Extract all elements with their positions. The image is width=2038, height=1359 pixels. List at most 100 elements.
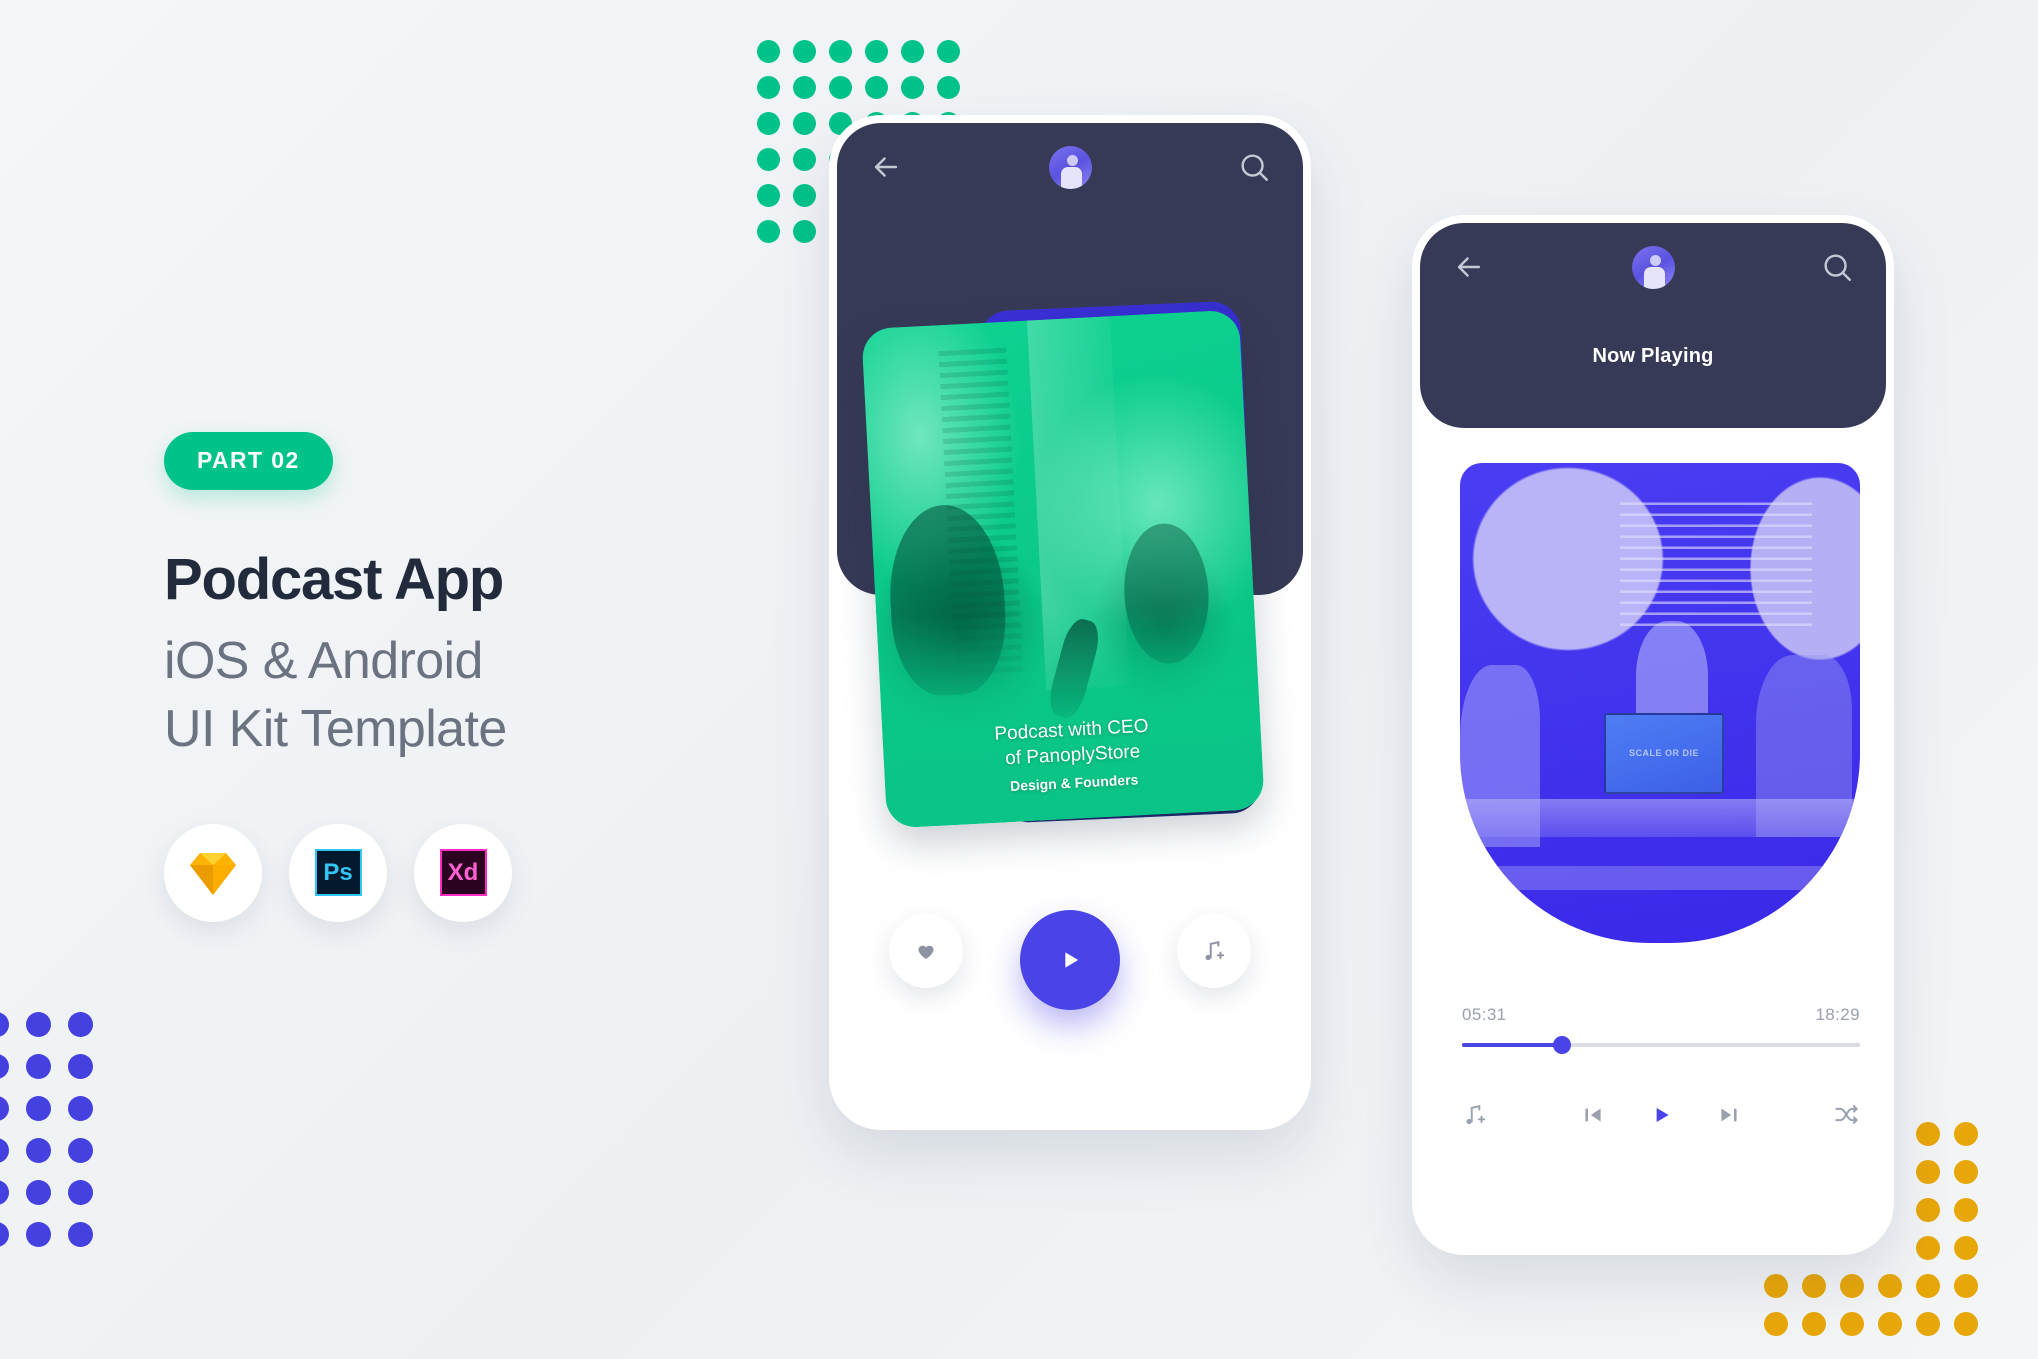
back-arrow-icon[interactable] <box>1452 250 1486 284</box>
decor-dot <box>26 1096 51 1121</box>
remaining-time: 18:29 <box>1815 1005 1860 1024</box>
decor-dot <box>1954 1160 1978 1184</box>
decor-dot <box>26 1012 51 1037</box>
subtitle-line-1: iOS & Android <box>164 632 483 691</box>
play-icon <box>1056 946 1084 974</box>
album-cover-photo: SCALE OR DIE <box>1460 463 1860 943</box>
page-title: Podcast App <box>164 547 504 612</box>
add-to-playlist-button[interactable] <box>1462 1102 1488 1128</box>
decor-dot <box>1916 1312 1940 1336</box>
decor-dot <box>793 220 816 243</box>
decor-dot <box>68 1096 93 1121</box>
decor-dot <box>793 112 816 135</box>
promo-column: PART 02 Podcast App iOS & Android UI Kit… <box>164 432 784 922</box>
progress-slider[interactable] <box>1462 1036 1860 1054</box>
decor-dot <box>901 40 924 63</box>
progress-thumb[interactable] <box>1552 1036 1571 1054</box>
music-note-plus-icon <box>1466 1104 1486 1124</box>
decor-dot <box>1954 1274 1978 1298</box>
phone2-navbar <box>1420 223 1886 311</box>
decor-dot <box>757 220 780 243</box>
elapsed-time: 05:31 <box>1462 1005 1507 1024</box>
search-icon[interactable] <box>1820 250 1854 284</box>
canvas: PART 02 Podcast App iOS & Android UI Kit… <box>0 0 2038 1359</box>
decor-dot <box>865 40 888 63</box>
playback-progress: 05:31 18:29 <box>1462 1005 1860 1054</box>
heart-icon <box>914 939 938 963</box>
play-icon <box>1656 1107 1669 1122</box>
decor-dot <box>1840 1312 1864 1336</box>
decor-dot <box>1840 1274 1864 1298</box>
decor-dot <box>1916 1198 1940 1222</box>
decor-dot <box>68 1012 93 1037</box>
decor-dot <box>937 76 960 99</box>
decor-dot <box>26 1054 51 1079</box>
decor-dot <box>757 112 780 135</box>
decor-dot <box>26 1222 51 1247</box>
decor-dot <box>0 1222 9 1247</box>
decor-dot <box>1954 1236 1978 1260</box>
now-playing-title: Now Playing <box>1592 345 1714 367</box>
subtitle-line-2: UI Kit Template <box>164 699 507 758</box>
progress-fill <box>1462 1043 1562 1047</box>
decor-dot <box>1954 1312 1978 1336</box>
avatar[interactable] <box>1048 145 1092 189</box>
decor-dot <box>0 1096 9 1121</box>
decor-dot <box>1916 1236 1940 1260</box>
time-row: 05:31 18:29 <box>1462 1005 1860 1025</box>
decor-dot <box>26 1180 51 1205</box>
decor-dot <box>1764 1274 1788 1298</box>
decor-dot <box>0 1138 9 1163</box>
play-button[interactable] <box>1648 1102 1674 1128</box>
add-to-playlist-button[interactable] <box>1177 914 1251 988</box>
decor-dot <box>1878 1236 1902 1260</box>
episode-card[interactable]: Podcast with CEO of PanoplyStore Design … <box>861 309 1265 829</box>
phone1-navbar <box>837 123 1303 211</box>
decor-dot <box>793 184 816 207</box>
decor-dot <box>1916 1274 1940 1298</box>
decor-dot <box>757 148 780 171</box>
sketch-tool-badge <box>164 823 262 922</box>
shuffle-button[interactable] <box>1833 1101 1860 1128</box>
photoshop-icon: Ps <box>314 849 362 897</box>
sketch-icon <box>190 851 236 895</box>
previous-button[interactable] <box>1580 1102 1606 1128</box>
decor-dot <box>829 76 852 99</box>
decor-dot <box>793 148 816 171</box>
phone1-controls <box>837 910 1303 1010</box>
decor-dot <box>26 1138 51 1163</box>
avatar[interactable] <box>1631 245 1675 289</box>
back-arrow-icon[interactable] <box>869 150 903 184</box>
decor-dot <box>68 1222 93 1247</box>
search-icon[interactable] <box>1237 150 1271 184</box>
decor-dot <box>1802 1274 1826 1298</box>
part-badge: PART 02 <box>164 432 333 490</box>
blue-dot-grid <box>0 1012 110 1264</box>
music-note-plus-icon <box>1201 938 1227 964</box>
play-button[interactable] <box>1020 910 1120 1010</box>
decor-dot <box>1764 1312 1788 1336</box>
album-art[interactable]: SCALE OR DIE <box>1460 463 1860 943</box>
decor-dot <box>68 1180 93 1205</box>
decor-dot <box>757 40 780 63</box>
decor-dot <box>757 184 780 207</box>
decor-dot <box>901 76 924 99</box>
decor-dot <box>68 1054 93 1079</box>
decor-dot <box>829 40 852 63</box>
next-button[interactable] <box>1716 1102 1742 1128</box>
decor-dot <box>793 76 816 99</box>
skip-previous-icon <box>1584 1108 1601 1121</box>
adobe-xd-icon: Xd <box>439 849 487 897</box>
album-screen-text: SCALE OR DIE <box>1628 748 1699 759</box>
decor-dot <box>0 1054 9 1079</box>
decor-dot <box>1954 1198 1978 1222</box>
decor-dot <box>1802 1312 1826 1336</box>
favorite-button[interactable] <box>889 914 963 988</box>
shuffle-icon <box>1835 1105 1858 1124</box>
decor-dot <box>1916 1122 1940 1146</box>
decor-dot <box>0 1012 9 1037</box>
decor-dot <box>757 76 780 99</box>
decor-dot <box>865 76 888 99</box>
skip-next-icon <box>1720 1108 1737 1121</box>
decor-dot <box>937 40 960 63</box>
